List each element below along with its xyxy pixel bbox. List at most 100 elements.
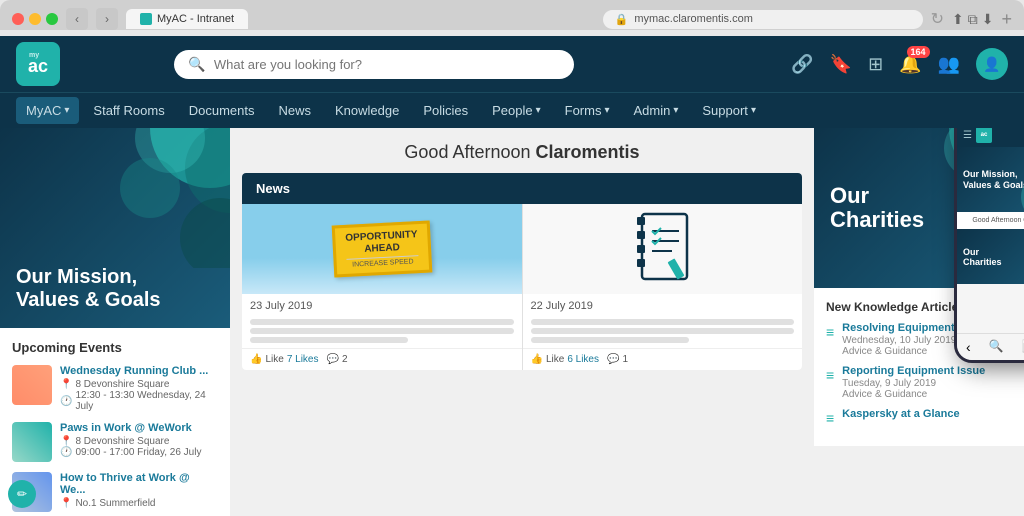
hero-title: Our Mission, Values & Goals [16, 266, 161, 312]
phone-search-icon[interactable]: 🔍 [989, 339, 1004, 355]
event-location: 📍 No.1 Summerfield [60, 498, 218, 509]
chevron-down-icon: ▾ [536, 105, 541, 116]
chevron-down-icon: ▾ [604, 105, 609, 116]
knowledge-icon: ≡ [826, 367, 834, 383]
news-date: 22 July 2019 [523, 294, 803, 314]
opportunity-sign: OPPORTUNITY AHEAD INCREASE SPEED [331, 220, 432, 277]
knowledge-article-title[interactable]: Kaspersky at a Glance [842, 408, 959, 420]
news-card: OPPORTUNITY AHEAD INCREASE SPEED 23 July… [242, 204, 522, 370]
browser-actions: ⬆ ⧉ ⬇ [952, 11, 993, 28]
event-title[interactable]: Paws in Work @ WeWork [60, 422, 218, 434]
minimize-button[interactable] [29, 13, 41, 25]
grid-icon[interactable]: ⊞ [868, 54, 883, 75]
event-item: How to Thrive at Work @ We... 📍 No.1 Sum… [12, 472, 218, 512]
knowledge-item: ≡ Kaspersky at a Glance [826, 408, 1012, 426]
address-bar[interactable]: 🔒 mymac.claromentis.com [603, 10, 923, 29]
nav-item-myac[interactable]: MyAC ▾ [16, 97, 79, 124]
event-title[interactable]: How to Thrive at Work @ We... [60, 472, 218, 496]
news-image: OPPORTUNITY AHEAD INCREASE SPEED [242, 204, 522, 294]
like-button[interactable]: 👍 Like 7 Likes [250, 354, 319, 365]
nav-bar: MyAC ▾ Staff Rooms Documents News Knowle… [0, 92, 1024, 128]
nav-item-admin[interactable]: Admin ▾ [624, 97, 689, 124]
greeting-text: Good Afternoon Claromentis [242, 128, 802, 173]
event-thumbnail [12, 422, 52, 462]
logo-ac: ac [28, 56, 48, 77]
news-header: News [242, 173, 802, 204]
header-icons: 🔗 🔖 ⊞ 🔔 164 👥 👤 [791, 48, 1008, 80]
knowledge-info: Kaspersky at a Glance [842, 408, 959, 421]
url-text: mymac.claromentis.com [634, 13, 753, 25]
phone-bottom-bar: ‹ 🔍 ⬜ ⋯ [957, 333, 1024, 360]
event-info: Paws in Work @ WeWork 📍 8 Devonshire Squ… [60, 422, 218, 458]
tab-overview-icon[interactable]: ⧉ [968, 11, 978, 28]
nav-item-knowledge[interactable]: Knowledge [325, 97, 409, 124]
maximize-button[interactable] [46, 13, 58, 25]
news-footer: 👍 Like 7 Likes 💬 2 [242, 348, 522, 370]
phone-logo: ac [976, 128, 992, 143]
search-bar[interactable]: 🔍 [174, 50, 574, 79]
search-input[interactable] [214, 57, 561, 72]
like-button[interactable]: 👍 Like 6 Likes [531, 354, 600, 365]
clock-icon: 🕐 [60, 396, 72, 407]
chevron-down-icon: ▾ [673, 105, 678, 116]
knowledge-article-title[interactable]: Reporting Equipment Issue [842, 365, 985, 377]
notification-badge: 164 [907, 46, 930, 58]
app-header: my ac 🔍 🔗 🔖 ⊞ 🔔 164 👥 👤 [0, 36, 1024, 92]
edit-button[interactable]: ✏ [8, 480, 36, 508]
opportunity-sign-wrapper: OPPORTUNITY AHEAD INCREASE SPEED [333, 204, 431, 294]
knowledge-info: Reporting Equipment Issue Tuesday, 9 Jul… [842, 365, 985, 400]
browser-tab[interactable]: MyAC - Intranet [126, 9, 248, 29]
event-info: How to Thrive at Work @ We... 📍 No.1 Sum… [60, 472, 218, 509]
nav-item-news[interactable]: News [268, 97, 321, 124]
nav-item-documents[interactable]: Documents [179, 97, 265, 124]
pin-icon: 📍 [60, 436, 72, 447]
bookmark-icon[interactable]: 🔖 [830, 54, 852, 75]
user-avatar[interactable]: 👤 [976, 48, 1008, 80]
comment-button[interactable]: 💬 1 [607, 354, 628, 365]
link-icon[interactable]: 🔗 [791, 54, 813, 75]
nav-item-policies[interactable]: Policies [413, 97, 478, 124]
mission-text: Our Mission, Values & Goals [16, 266, 161, 312]
event-item: Wednesday Running Club ... 📍 8 Devonshir… [12, 365, 218, 412]
right-panel: Our Charities New Knowledge Articles ≡ R… [814, 128, 1024, 516]
comment-button[interactable]: 💬 2 [327, 354, 348, 365]
nav-item-support[interactable]: Support ▾ [692, 97, 766, 124]
news-footer: 👍 Like 6 Likes 💬 1 [523, 348, 803, 370]
event-title[interactable]: Wednesday Running Club ... [60, 365, 218, 377]
center-panel: Good Afternoon Claromentis News OPPORTUN… [230, 128, 814, 516]
charities-text: Our Charities [830, 184, 924, 232]
plus-tab-icon[interactable]: + [1001, 9, 1012, 30]
event-location: 📍 8 Devonshire Square [60, 436, 218, 447]
nav-item-people[interactable]: People ▾ [482, 97, 551, 124]
nav-item-forms[interactable]: Forms ▾ [555, 97, 620, 124]
news-cards: OPPORTUNITY AHEAD INCREASE SPEED 23 July… [242, 204, 802, 370]
news-section: News OPPORTUNITY AHEAD INCREASE SPEED [242, 173, 802, 370]
download-icon[interactable]: ⬇ [982, 11, 994, 28]
notification-bell[interactable]: 🔔 164 [899, 54, 921, 75]
chevron-down-icon: ▾ [64, 105, 69, 116]
refresh-icon[interactable]: ↻ [931, 9, 944, 29]
phone-hero-text: Our Mission, Values & Goals [963, 169, 1024, 191]
phone-screen: 14:16 ●●● 🔋 ☰ ac 164 👤 [957, 128, 1024, 360]
knowledge-item: ≡ Reporting Equipment Issue Tuesday, 9 J… [826, 365, 1012, 400]
news-card: 22 July 2019 👍 Like 6 Likes 💬 [523, 204, 803, 370]
event-thumbnail [12, 365, 52, 405]
left-panel: Our Mission, Values & Goals Upcoming Eve… [0, 128, 230, 516]
forward-button[interactable]: › [96, 8, 118, 30]
phone-charities: OurCharities [957, 229, 1024, 284]
event-time: 🕐 12:30 - 13:30 Wednesday, 24 July [60, 390, 218, 412]
event-time: 🕐 09:00 - 17:00 Friday, 26 July [60, 447, 218, 458]
events-title: Upcoming Events [12, 340, 218, 355]
phone-back-icon[interactable]: ‹ [966, 339, 971, 355]
traffic-lights [12, 13, 58, 25]
users-icon[interactable]: 👥 [938, 54, 960, 75]
event-item: Paws in Work @ WeWork 📍 8 Devonshire Squ… [12, 422, 218, 462]
back-button[interactable]: ‹ [66, 8, 88, 30]
tab-title: MyAC - Intranet [157, 13, 234, 25]
nav-item-staffrooms[interactable]: Staff Rooms [83, 97, 174, 124]
close-button[interactable] [12, 13, 24, 25]
decorative-circles [90, 128, 230, 268]
share-icon[interactable]: ⬆ [952, 11, 964, 28]
logo[interactable]: my ac [16, 42, 60, 86]
phone-charities-text: OurCharities [963, 247, 1002, 267]
